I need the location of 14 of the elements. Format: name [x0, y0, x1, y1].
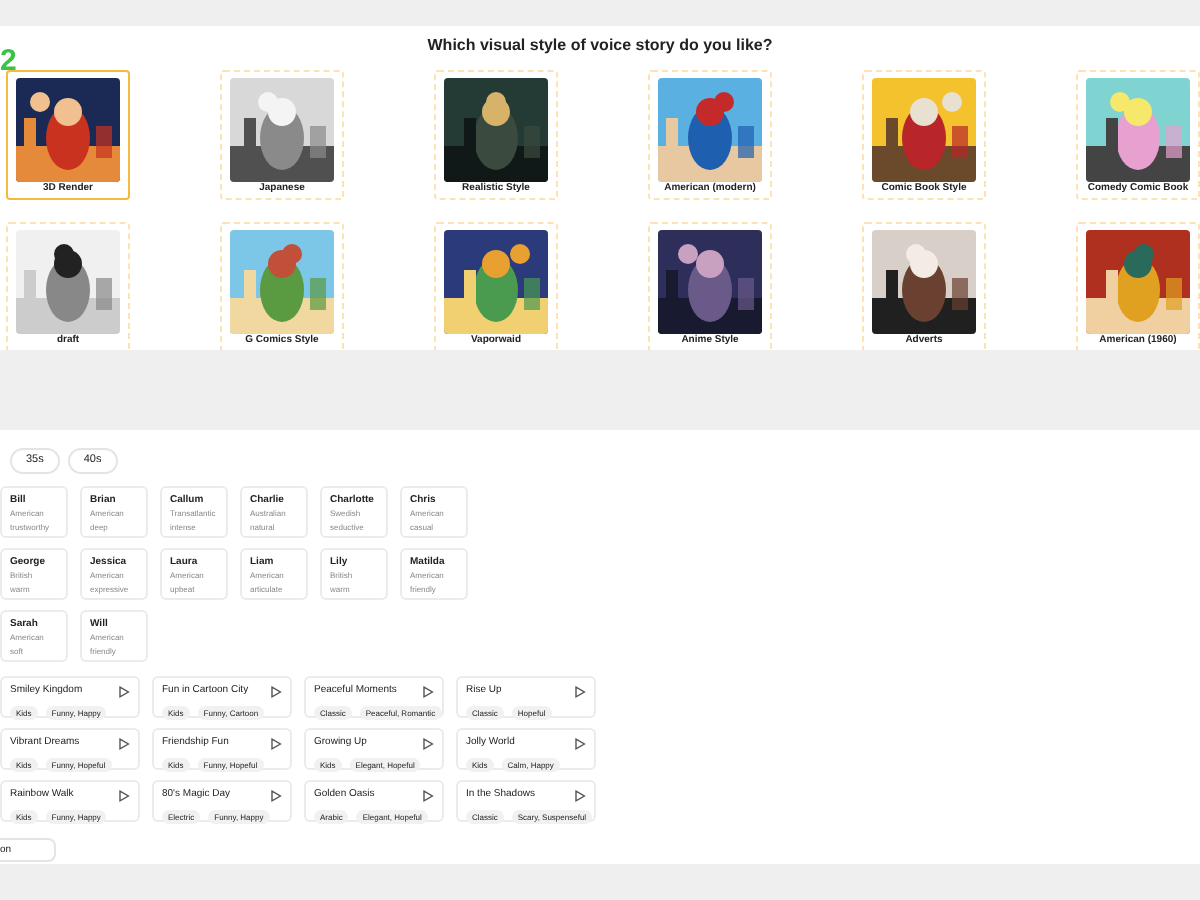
play-icon[interactable] — [574, 685, 586, 697]
play-icon[interactable] — [270, 737, 282, 749]
question-title: Which visual style of voice story do you like? — [427, 34, 773, 58]
step-number: 2 — [0, 46, 17, 76]
play-icon[interactable] — [270, 685, 282, 697]
play-icon[interactable] — [574, 789, 586, 801]
play-icon[interactable] — [118, 737, 130, 749]
play-icon[interactable] — [422, 789, 434, 801]
play-icon[interactable] — [270, 789, 282, 801]
play-icon[interactable] — [118, 789, 130, 801]
play-icon[interactable] — [422, 685, 434, 697]
play-icon[interactable] — [422, 737, 434, 749]
play-icon[interactable] — [574, 737, 586, 749]
play-icon[interactable] — [118, 685, 130, 697]
